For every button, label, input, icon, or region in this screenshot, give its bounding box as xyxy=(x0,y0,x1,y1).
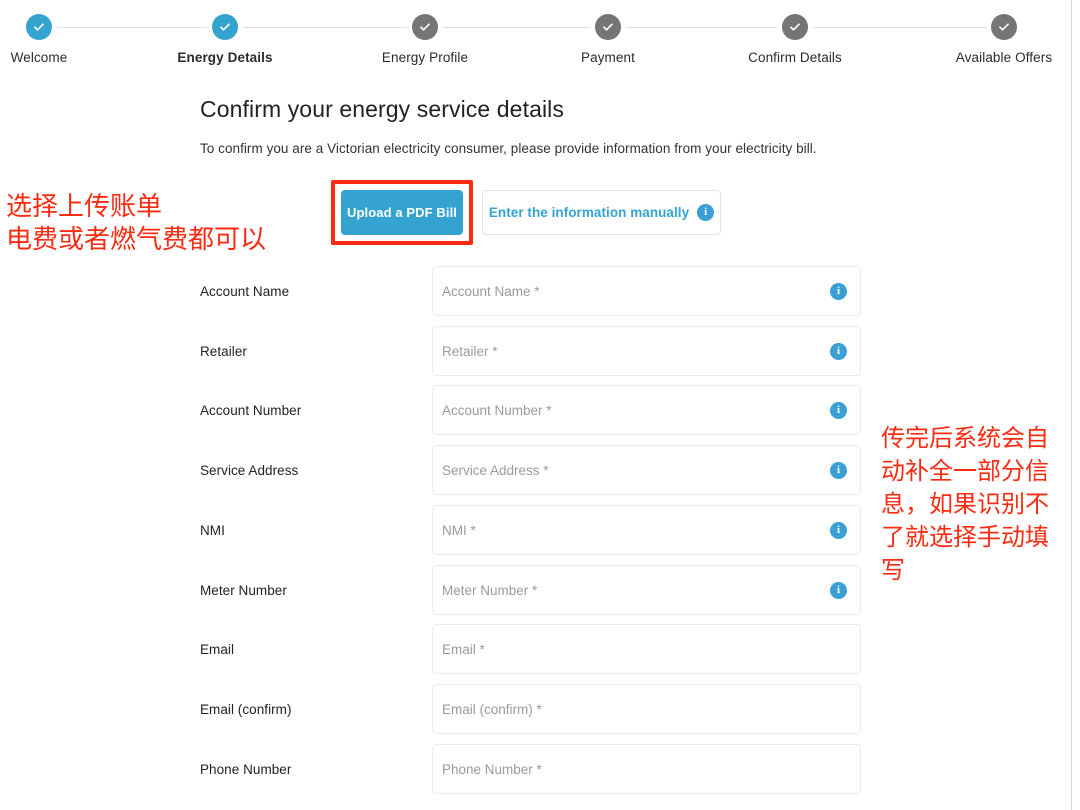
field-label: Email (confirm) xyxy=(200,702,292,717)
annotation-left: 选择上传账单 电费或者燃气费都可以 xyxy=(6,192,267,255)
field-row[interactable] xyxy=(432,624,861,674)
text-input[interactable] xyxy=(442,343,830,359)
page-root: Welcome Energy Details Energy Profile Payme… xyxy=(0,0,1080,810)
field-label: Account Number xyxy=(200,403,302,418)
text-input[interactable] xyxy=(442,582,830,598)
page-subtitle: To confirm you are a Victorian electrici… xyxy=(200,141,817,156)
field-label: Retailer xyxy=(200,344,247,359)
field-label: Meter Number xyxy=(200,583,287,598)
field-row[interactable] xyxy=(432,684,861,734)
text-input[interactable] xyxy=(442,522,830,538)
field-label: NMI xyxy=(200,523,225,538)
info-icon[interactable]: i xyxy=(830,401,847,419)
field-label: Account Name xyxy=(200,284,290,299)
text-input[interactable] xyxy=(442,402,830,418)
field-row[interactable]: i xyxy=(432,505,861,555)
page-scroll-gutter[interactable] xyxy=(1072,0,1080,810)
info-icon[interactable]: i xyxy=(830,461,847,479)
field-row[interactable]: i xyxy=(432,385,861,435)
text-input[interactable] xyxy=(442,283,830,299)
info-icon[interactable]: i xyxy=(830,342,847,360)
text-input[interactable] xyxy=(442,641,847,657)
info-icon[interactable]: i xyxy=(697,204,715,221)
info-icon[interactable]: i xyxy=(830,521,847,539)
info-icon[interactable]: i xyxy=(830,581,847,599)
enter-information-manually-button[interactable]: Enter the information manually i xyxy=(482,190,721,235)
text-input[interactable] xyxy=(442,462,830,478)
field-row[interactable] xyxy=(432,744,861,794)
field-label: Service Address xyxy=(200,463,299,478)
info-icon[interactable]: i xyxy=(830,282,847,300)
field-row[interactable]: i xyxy=(432,445,861,495)
page-title: Confirm your energy service details xyxy=(200,96,564,122)
annotation-highlight-box xyxy=(331,180,473,245)
field-row[interactable]: i xyxy=(432,565,861,615)
field-row[interactable]: i xyxy=(432,266,861,316)
field-label: Email xyxy=(200,642,235,657)
field-label: Phone Number xyxy=(200,762,292,777)
main-content: Confirm your energy service details To c… xyxy=(0,0,1071,810)
enter-manually-label: Enter the information manually xyxy=(488,205,690,220)
text-input[interactable] xyxy=(442,761,847,777)
annotation-right: 传完后系统会自动补全一部分信息，如果识别不了就选择手动填写 xyxy=(881,424,1049,584)
text-input[interactable] xyxy=(442,701,847,717)
field-row[interactable]: i xyxy=(432,326,861,376)
